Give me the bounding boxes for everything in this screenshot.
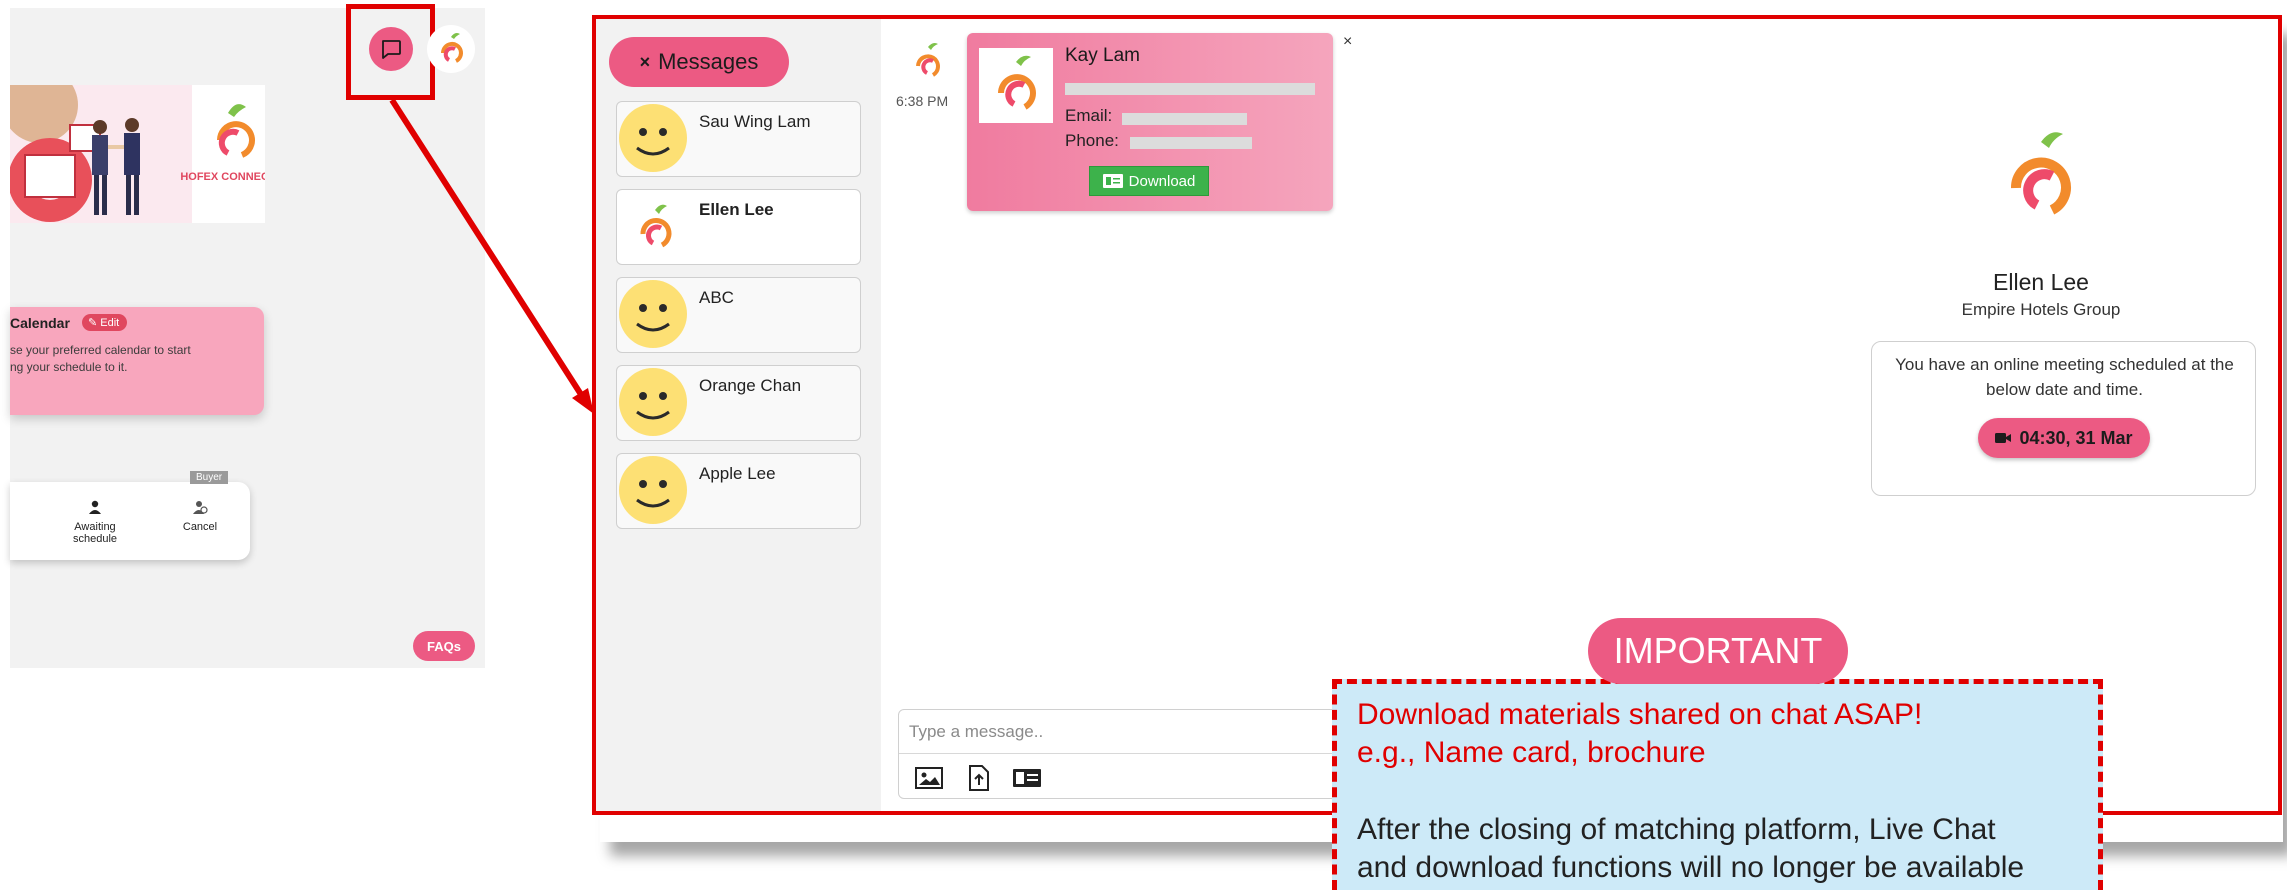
- schedule-status-card: Buyer Awaiting schedule Cancel: [10, 471, 250, 560]
- important-callout-box: Download materials shared on chat ASAP! …: [1332, 679, 2103, 890]
- apple-logo-icon: [2010, 132, 2071, 215]
- profile-company: Empire Hotels Group: [1961, 300, 2121, 319]
- user-avatar[interactable]: [427, 25, 475, 73]
- calendar-text-line: se your preferred calendar to start: [10, 343, 191, 357]
- video-camera-icon: [1995, 433, 2012, 443]
- namecard-download-button[interactable]: Download: [1089, 166, 1209, 196]
- conversation-item[interactable]: Orange Chan: [616, 365, 861, 441]
- calendar-description: se your preferred calendar to start ng y…: [10, 342, 260, 376]
- redacted-phone: [1130, 137, 1252, 149]
- namecard-close-button[interactable]: ×: [1343, 33, 1352, 51]
- callout-line-note: and download functions will no longer be…: [1357, 851, 2025, 884]
- awaiting-label: Awaiting schedule: [72, 521, 118, 545]
- namecard-name: Kay Lam: [1065, 45, 1140, 66]
- conversation-name: Ellen Lee: [699, 200, 774, 219]
- close-icon: ×: [639, 51, 651, 72]
- meeting-description: You have an online meeting scheduled at …: [1895, 355, 2234, 399]
- cancel-label: Cancel: [182, 521, 218, 533]
- apple-logo-icon: [998, 55, 1036, 110]
- redacted-email: [1122, 113, 1247, 125]
- meeting-time-button[interactable]: 04:30, 31 Mar: [1978, 418, 2150, 458]
- file-upload-icon: [969, 765, 989, 791]
- banner-logo-text: HOFEX CONNECT: [180, 171, 265, 183]
- callout-line-note: After the closing of matching platform, …: [1357, 813, 1996, 846]
- edit-label: Edit: [100, 317, 120, 329]
- smiley-icon: [619, 368, 687, 436]
- important-label: IMPORTANT: [1588, 618, 1848, 684]
- faqs-button[interactable]: FAQs: [413, 631, 475, 661]
- image-icon: [915, 767, 943, 789]
- callout-line-example: e.g., Name card, brochure: [1357, 736, 1706, 769]
- redacted-field: [1065, 83, 1315, 95]
- id-card-icon: [1013, 769, 1041, 787]
- id-card-icon: [1102, 174, 1123, 188]
- calendar-title: Calendar: [10, 315, 70, 331]
- message-timestamp: 6:38 PM: [896, 93, 949, 109]
- conversation-item[interactable]: Apple Lee: [616, 453, 861, 529]
- smiley-icon: [619, 456, 687, 524]
- share-namecard-button[interactable]: [1011, 764, 1043, 792]
- conversation-name: ABC: [699, 288, 734, 307]
- email-label: Email:: [1065, 106, 1113, 125]
- person-icon: [89, 500, 101, 514]
- person-cancel-icon: [193, 501, 208, 514]
- smiley-icon: [619, 280, 687, 348]
- calendar-edit-button[interactable]: ✎ Edit: [82, 314, 128, 331]
- calendar-card: Calendar ✎ Edit se your preferred calend…: [10, 307, 264, 415]
- upload-file-button[interactable]: [963, 764, 995, 792]
- messages-tab-label: Messages: [658, 49, 759, 74]
- apple-logo-icon: [640, 204, 672, 248]
- apple-logo-icon: [916, 43, 940, 77]
- conversation-name: Sau Wing Lam: [699, 112, 811, 131]
- apple-logo-icon: [440, 33, 463, 63]
- messages-close-button[interactable]: × Messages: [609, 37, 789, 87]
- phone-label: Phone:: [1065, 131, 1119, 150]
- download-label: Download: [1128, 172, 1196, 190]
- shared-namecard: Kay Lam Email: Phone: Download: [967, 33, 1333, 211]
- hero-banner: HOFEX CONNECT: [10, 85, 265, 223]
- awaiting-schedule-item[interactable]: Awaiting schedule: [50, 499, 140, 545]
- banner-illustration: HOFEX CONNECT: [10, 85, 265, 223]
- smiley-icon: [619, 104, 687, 172]
- conversation-name: Orange Chan: [699, 376, 802, 395]
- conversation-name: Apple Lee: [699, 464, 776, 483]
- conversation-item[interactable]: Sau Wing Lam: [616, 101, 861, 177]
- buyer-badge: Buyer: [190, 471, 229, 484]
- cancel-item[interactable]: Cancel: [165, 499, 235, 533]
- send-image-button[interactable]: [913, 764, 945, 792]
- profile-name: Ellen Lee: [1993, 269, 2089, 295]
- chat-button-highlight: [346, 4, 435, 100]
- calendar-text-line: ng your schedule to it.: [10, 360, 128, 374]
- meeting-time: 04:30, 31 Mar: [2019, 427, 2133, 448]
- conversation-list: × Messages Sau Wing Lam Ellen Lee ABC Or…: [596, 19, 881, 811]
- conversation-item[interactable]: ABC: [616, 277, 861, 353]
- conversation-item-active[interactable]: Ellen Lee: [616, 189, 861, 265]
- namecard-avatar: [979, 48, 1053, 123]
- meeting-card: You have an online meeting scheduled at …: [1871, 341, 2256, 496]
- callout-line-primary: Download materials shared on chat ASAP!: [1357, 698, 1923, 731]
